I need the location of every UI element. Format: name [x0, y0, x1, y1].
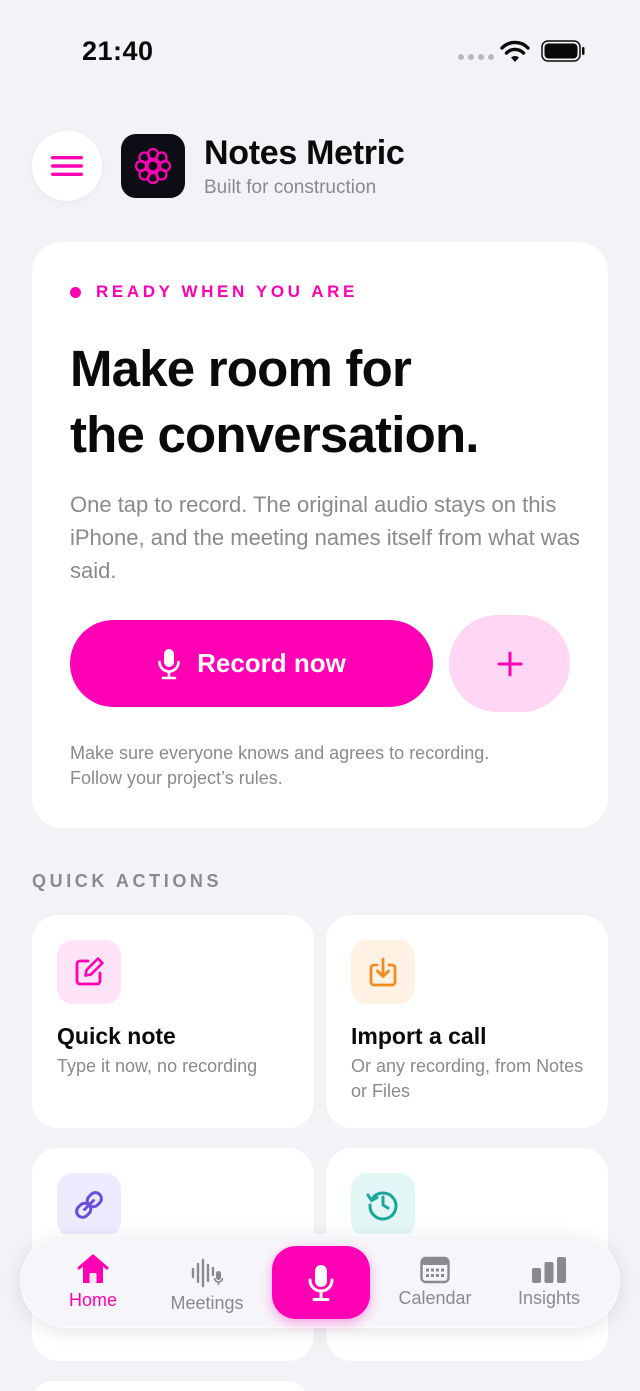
app-title: Notes Metric — [204, 134, 405, 172]
status-dot-icon — [70, 286, 81, 298]
consent-line-2: Follow your project’s rules. — [70, 768, 283, 788]
tab-label: Meetings — [170, 1292, 244, 1313]
hamburger-icon — [51, 156, 83, 176]
bar-chart-icon — [532, 1256, 566, 1283]
tab-label: Calendar — [398, 1287, 472, 1308]
record-hero-card: READY WHEN YOU ARE Make room for the con… — [32, 242, 608, 828]
consent-line-1: Make sure everyone knows and agrees to r… — [70, 743, 490, 763]
microphone-icon — [308, 1264, 334, 1301]
tab-meetings[interactable]: Meetings — [157, 1235, 257, 1329]
hero-body: One tap to record. The original audio st… — [70, 492, 580, 583]
tab-label: Home — [68, 1289, 117, 1310]
history-icon — [351, 1173, 415, 1237]
quick-actions-label: QUICK ACTIONS — [32, 871, 223, 891]
microphone-icon — [158, 648, 180, 679]
link-icon — [57, 1173, 121, 1237]
menu-button[interactable] — [32, 131, 102, 201]
import-icon — [351, 940, 415, 1004]
record-now-button[interactable]: Record now — [70, 620, 433, 707]
hero-title-line-2: the conversation. — [70, 406, 479, 463]
tab-home[interactable]: Home — [43, 1235, 143, 1329]
app-logo — [121, 134, 185, 198]
status-time: 21:40 — [82, 36, 154, 66]
calendar-icon — [420, 1256, 450, 1283]
add-button[interactable] — [449, 615, 570, 712]
eyebrow-label: READY WHEN YOU ARE — [96, 282, 358, 301]
wifi-icon — [500, 40, 530, 62]
hero-title-line-1: Make room for — [70, 340, 412, 397]
edit-icon — [57, 940, 121, 1004]
waveform-icon — [191, 1258, 224, 1287]
card-title: Quick note — [57, 1023, 176, 1049]
hero-title: Make room for the conversation. — [70, 336, 479, 468]
tab-record-button[interactable] — [272, 1246, 370, 1319]
card-description: Or any recording, from Notes or Files — [351, 1056, 584, 1101]
consent-notice: Make sure everyone knows and agrees to r… — [70, 741, 570, 791]
app-subtitle: Built for construction — [204, 177, 377, 198]
flower-logo-icon — [134, 147, 172, 185]
tab-insights[interactable]: Insights — [499, 1235, 599, 1329]
quick-note-card[interactable]: Quick note Type it now, no recording — [32, 915, 314, 1128]
battery-icon — [541, 40, 585, 62]
tab-calendar[interactable]: Calendar — [385, 1235, 485, 1329]
record-now-label: Record now — [197, 648, 346, 678]
tab-label: Insights — [517, 1287, 581, 1308]
import-call-card[interactable]: Import a call Or any recording, from Not… — [326, 915, 608, 1128]
home-icon — [77, 1254, 109, 1283]
status-bar: 21:40 — [0, 0, 640, 100]
card-description: Type it now, no recording — [57, 1056, 258, 1076]
next-card[interactable] — [32, 1381, 308, 1391]
card-title: Import a call — [351, 1023, 487, 1049]
cellular-signal-icon — [458, 54, 494, 60]
plus-icon — [497, 651, 522, 676]
eyebrow: READY WHEN YOU ARE — [70, 282, 358, 302]
tab-bar: Home Meetings Calendar Insights — [20, 1234, 620, 1328]
